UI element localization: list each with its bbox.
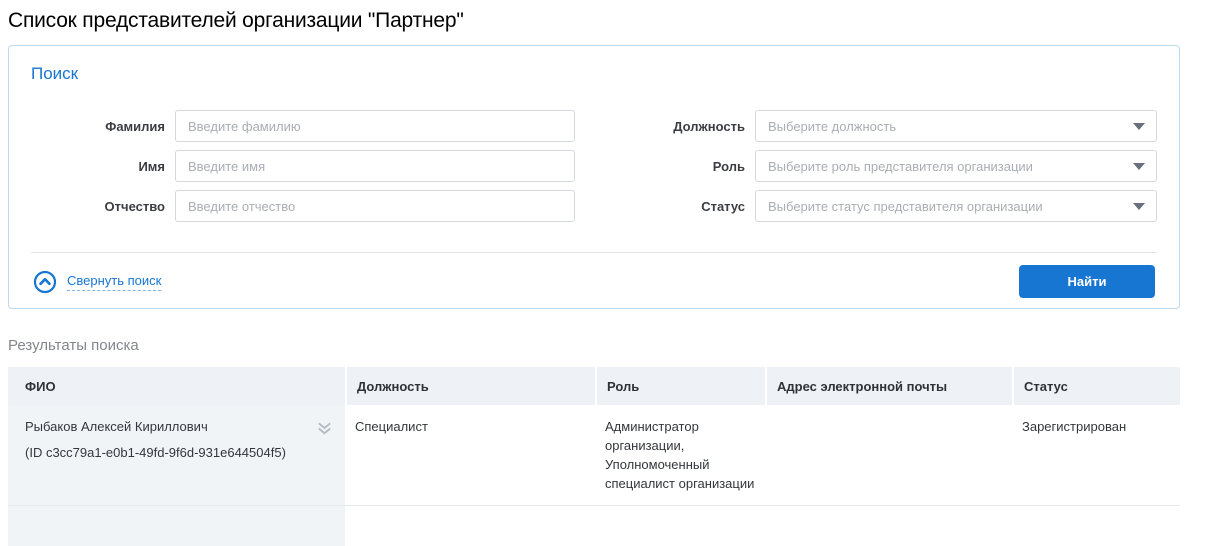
chevron-up-circle-icon xyxy=(33,270,57,294)
patronymic-label: Отчество xyxy=(31,199,165,214)
lastname-label: Фамилия xyxy=(31,119,165,134)
search-row-2: Имя Роль Выберите роль представителя орг… xyxy=(31,150,1157,182)
column-header-role: Роль xyxy=(595,367,765,405)
table-row: Рыбаков Алексей Кириллович (ID c3cc79a1-… xyxy=(8,405,1180,506)
table-row-partial xyxy=(8,506,1180,546)
collapse-search-link[interactable]: Свернуть поиск xyxy=(33,270,161,294)
search-row-1: Фамилия Должность Выберите должность xyxy=(31,110,1157,142)
results-table: ФИО Должность Роль Адрес электронной поч… xyxy=(8,367,1180,546)
caret-down-icon xyxy=(1133,123,1145,130)
collapse-search-label: Свернуть поиск xyxy=(67,273,161,291)
fio-name: Рыбаков Алексей Кириллович xyxy=(25,417,307,436)
lastname-input[interactable] xyxy=(175,110,575,142)
search-form: Фамилия Должность Выберите должность Имя… xyxy=(31,110,1157,222)
search-row-3: Отчество Статус Выберите статус представ… xyxy=(31,190,1157,222)
column-header-fio: ФИО xyxy=(8,379,345,394)
column-header-status: Статус xyxy=(1012,367,1180,405)
field-lastname: Фамилия xyxy=(31,110,575,142)
field-firstname: Имя xyxy=(31,150,575,182)
position-select[interactable]: Выберите должность xyxy=(755,110,1157,142)
search-footer: Свернуть поиск Найти xyxy=(31,253,1157,298)
status-cell: Зарегистрирован xyxy=(1012,405,1180,505)
fio-id: (ID c3cc79a1-e0b1-49fd-9f6d-931e644504f5… xyxy=(25,443,307,462)
patronymic-input[interactable] xyxy=(175,190,575,222)
find-button[interactable]: Найти xyxy=(1019,265,1155,298)
role-label: Роль xyxy=(655,159,745,174)
field-patronymic: Отчество xyxy=(31,190,575,222)
column-header-email: Адрес электронной почты xyxy=(765,367,1012,405)
firstname-input[interactable] xyxy=(175,150,575,182)
search-panel: Поиск Фамилия Должность Выберите должнос… xyxy=(8,45,1180,309)
role-select-placeholder: Выберите роль представителя организации xyxy=(768,159,1033,174)
caret-down-icon xyxy=(1133,203,1145,210)
status-label: Статус xyxy=(655,199,745,214)
results-title: Результаты поиска xyxy=(8,337,1217,355)
fio-cell: Рыбаков Алексей Кириллович (ID c3cc79a1-… xyxy=(8,405,345,505)
status-select[interactable]: Выберите статус представителя организаци… xyxy=(755,190,1157,222)
table-header: ФИО Должность Роль Адрес электронной поч… xyxy=(8,367,1180,405)
fio-cell-partial xyxy=(8,506,345,546)
field-status: Статус Выберите статус представителя орг… xyxy=(655,190,1157,222)
role-cell: Администратор организации, Уполномоченны… xyxy=(595,405,765,505)
position-select-placeholder: Выберите должность xyxy=(768,119,896,134)
position-cell: Специалист xyxy=(345,405,595,505)
double-chevron-down-icon[interactable] xyxy=(316,420,333,442)
email-cell xyxy=(765,405,1012,505)
status-select-placeholder: Выберите статус представителя организаци… xyxy=(768,199,1043,214)
position-label: Должность xyxy=(655,119,745,134)
role-select[interactable]: Выберите роль представителя организации xyxy=(755,150,1157,182)
column-header-position: Должность xyxy=(345,367,595,405)
field-position: Должность Выберите должность xyxy=(655,110,1157,142)
search-panel-title: Поиск xyxy=(31,64,1157,84)
field-role: Роль Выберите роль представителя организ… xyxy=(655,150,1157,182)
page-title: Список представителей организации "Партн… xyxy=(8,8,1217,34)
caret-down-icon xyxy=(1133,163,1145,170)
firstname-label: Имя xyxy=(31,159,165,174)
